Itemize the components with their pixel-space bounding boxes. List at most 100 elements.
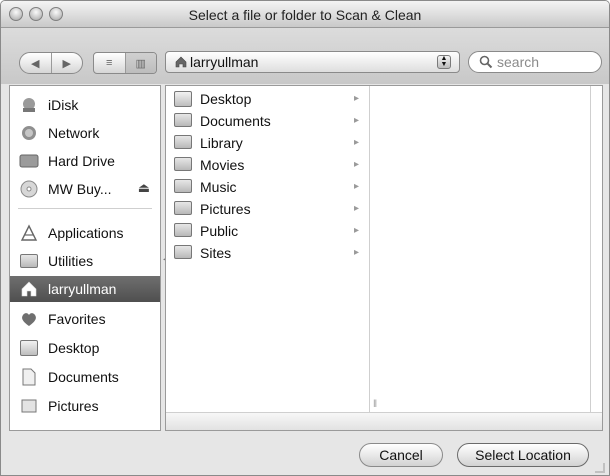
list-item[interactable]: Library ▸ bbox=[166, 132, 369, 154]
list-item-label: Documents bbox=[200, 113, 271, 129]
home-icon bbox=[174, 55, 188, 69]
window-title: Select a file or folder to Scan & Clean bbox=[188, 7, 422, 23]
browser-column-1: Desktop ▸ Documents ▸ Library ▸ Movies ▸… bbox=[166, 86, 370, 430]
sidebar-item-label: Applications bbox=[48, 225, 124, 241]
cancel-button-label: Cancel bbox=[379, 447, 423, 463]
sidebar-item-label: Desktop bbox=[48, 340, 100, 356]
sidebar-item-desktop[interactable]: Desktop bbox=[10, 335, 160, 361]
network-icon bbox=[18, 123, 40, 143]
column-resize-handle[interactable]: ‖ bbox=[373, 399, 377, 410]
sidebar-item-mw-buy[interactable]: MW Buy... ⏏ bbox=[10, 176, 160, 202]
list-view-icon: ≡ bbox=[106, 57, 113, 69]
sidebar-item-pictures[interactable]: Pictures bbox=[10, 393, 160, 419]
sidebar-item-favorites[interactable]: Favorites bbox=[10, 306, 160, 332]
sidebar-item-label: Network bbox=[48, 125, 100, 141]
path-popup-label: larryullman bbox=[190, 54, 259, 70]
list-item-label: Sites bbox=[200, 245, 232, 261]
list-item[interactable]: Pictures ▸ bbox=[166, 198, 369, 220]
idisk-icon bbox=[18, 95, 40, 115]
sidebar-item-label: MW Buy... bbox=[48, 181, 112, 197]
eject-icon[interactable]: ⏏ bbox=[138, 180, 150, 196]
sidebar-item-documents[interactable]: Documents bbox=[10, 364, 160, 390]
chevron-right-icon: ▸ bbox=[353, 115, 359, 126]
sidebar-item-label: Pictures bbox=[48, 398, 99, 414]
view-mode-control[interactable]: ≡ ▥ bbox=[93, 52, 157, 74]
list-item[interactable]: Music ▸ bbox=[166, 176, 369, 198]
title-bar: Select a file or folder to Scan & Clean bbox=[1, 1, 609, 28]
forward-arrow-icon: ▶ bbox=[62, 57, 71, 70]
list-item[interactable]: Sites ▸ bbox=[166, 242, 369, 264]
list-item[interactable]: Desktop ▸ bbox=[166, 88, 369, 110]
home-icon bbox=[18, 279, 40, 299]
list-item[interactable]: Public ▸ bbox=[166, 220, 369, 242]
back-button[interactable]: ◀ bbox=[20, 53, 51, 73]
sidebar-item-label: Utilities bbox=[48, 253, 94, 269]
bottom-bar: Cancel Select Location bbox=[1, 431, 609, 475]
file-chooser-window: Select a file or folder to Scan & Clean … bbox=[0, 0, 610, 476]
search-placeholder: search bbox=[497, 54, 540, 70]
movies-icon bbox=[174, 157, 192, 173]
forward-button[interactable]: ▶ bbox=[50, 53, 83, 73]
sidebar-item-hard-drive[interactable]: Hard Drive bbox=[10, 148, 160, 174]
list-item-label: Pictures bbox=[200, 201, 251, 217]
path-popup[interactable]: larryullman ▲ ▼ bbox=[165, 51, 460, 73]
sidebar-item-label: Documents bbox=[48, 369, 119, 385]
sidebar-item-label: iDisk bbox=[48, 97, 79, 113]
browser-column-2 bbox=[371, 86, 591, 430]
chevron-right-icon: ▸ bbox=[353, 247, 359, 258]
desktop-icon bbox=[174, 91, 192, 107]
toolbar: ◀ ▶ ≡ ▥ larryullman ▲ ▼ search bbox=[1, 28, 609, 84]
column-view-button[interactable]: ▥ bbox=[124, 53, 156, 73]
back-forward-control[interactable]: ◀ ▶ bbox=[19, 52, 83, 74]
folder-icon bbox=[174, 113, 192, 129]
column-view-icon: ▥ bbox=[135, 57, 146, 70]
select-location-button-label: Select Location bbox=[475, 447, 571, 463]
chevron-right-icon: ▸ bbox=[353, 159, 359, 170]
sidebar-item-utilities[interactable]: Utilities bbox=[10, 248, 160, 274]
list-item[interactable]: Movies ▸ bbox=[166, 154, 369, 176]
sidebar-item-label: Favorites bbox=[48, 311, 106, 327]
heart-icon bbox=[18, 309, 40, 329]
list-item-label: Music bbox=[200, 179, 237, 195]
hard-drive-icon bbox=[18, 151, 40, 171]
sidebar-item-label: Hard Drive bbox=[48, 153, 115, 169]
sidebar: iDisk Network Hard Drive MW Buy... ⏏ App… bbox=[9, 85, 168, 431]
sidebar-item-applications[interactable]: Applications bbox=[10, 220, 160, 246]
music-icon bbox=[174, 179, 192, 195]
list-view-button[interactable]: ≡ bbox=[94, 53, 125, 73]
pictures-icon bbox=[174, 201, 192, 217]
public-icon bbox=[174, 223, 192, 239]
list-item-label: Desktop bbox=[200, 91, 252, 107]
chevron-right-icon: ▸ bbox=[353, 137, 359, 148]
popup-arrows-icon: ▲ ▼ bbox=[437, 55, 451, 69]
chevron-right-icon: ▸ bbox=[353, 203, 359, 214]
folder-icon bbox=[18, 251, 40, 271]
back-arrow-icon: ◀ bbox=[31, 57, 40, 70]
chevron-right-icon: ▸ bbox=[353, 225, 359, 236]
sidebar-divider bbox=[18, 208, 152, 209]
sidebar-item-label: larryullman bbox=[48, 281, 117, 297]
window-resize-grip[interactable] bbox=[595, 463, 605, 473]
horizontal-scrollbar[interactable] bbox=[166, 412, 602, 430]
list-item-label: Public bbox=[200, 223, 239, 239]
list-item[interactable]: Documents ▸ bbox=[166, 110, 369, 132]
pictures-icon bbox=[18, 396, 40, 416]
magnifier-icon bbox=[479, 55, 493, 69]
sidebar-item-idisk[interactable]: iDisk bbox=[10, 92, 160, 118]
sidebar-item-larryullman[interactable]: larryullman bbox=[10, 276, 160, 302]
chevron-right-icon: ▸ bbox=[353, 181, 359, 192]
applications-icon bbox=[18, 223, 40, 243]
cancel-button[interactable]: Cancel bbox=[359, 443, 443, 467]
list-item-label: Library bbox=[200, 135, 243, 151]
documents-icon bbox=[18, 367, 40, 387]
list-item-label: Movies bbox=[200, 157, 245, 173]
sidebar-item-network[interactable]: Network bbox=[10, 120, 160, 146]
sites-icon bbox=[174, 245, 192, 261]
disc-icon bbox=[18, 179, 40, 199]
desktop-icon bbox=[18, 338, 40, 358]
library-icon bbox=[174, 135, 192, 151]
chevron-right-icon: ▸ bbox=[353, 93, 359, 104]
file-browser: Desktop ▸ Documents ▸ Library ▸ Movies ▸… bbox=[165, 85, 603, 431]
search-field[interactable]: search bbox=[468, 51, 602, 73]
select-location-button[interactable]: Select Location bbox=[457, 443, 589, 467]
